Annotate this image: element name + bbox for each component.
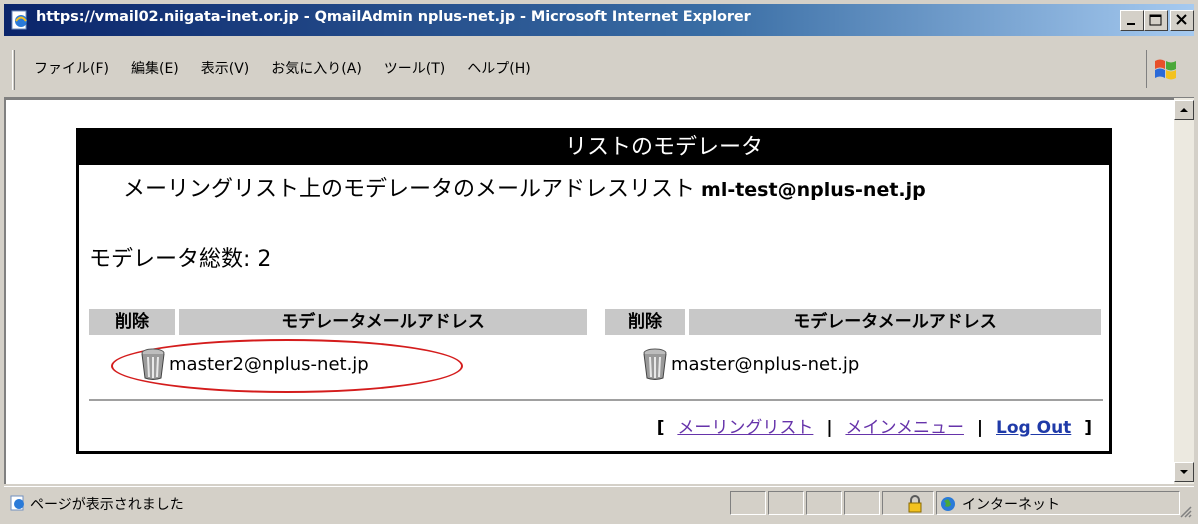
count-value: 2 [257,247,272,272]
lock-icon[interactable] [907,495,923,513]
scroll-down-button[interactable] [1174,462,1194,482]
trash-icon[interactable] [641,347,669,381]
panel-subtitle: メーリングリスト上のモデレータのメールアドレスリスト ml-test@nplus-… [123,171,926,203]
column-header-delete: 削除 [89,309,175,335]
page-viewport[interactable]: リストのモデレータ メーリングリスト上のモデレータのメールアドレスリスト ml-t… [4,98,1174,484]
minimize-button[interactable] [1120,10,1144,31]
windows-logo [1146,50,1184,88]
moderator-panel: リストのモデレータ メーリングリスト上のモデレータのメールアドレスリスト ml-t… [76,128,1112,454]
status-bar: ページが表示されました インターネット [4,486,1194,520]
close-button[interactable] [1170,10,1194,31]
arrow-up-icon [1180,108,1188,112]
scroll-up-button[interactable] [1174,100,1194,120]
vertical-scrollbar[interactable] [1174,98,1194,484]
status-text: ページが表示されました [30,497,184,513]
count-label: モデレータ総数: [89,247,258,272]
arrow-down-icon [1180,470,1188,474]
menu-favorites[interactable]: お気に入り(A) [267,58,366,78]
main-menu-link[interactable]: メインメニュー [845,418,964,438]
menu-help[interactable]: ヘルプ(H) [463,58,534,78]
window-title: https://vmail02.niigata-inet.or.jp - Qma… [36,9,751,25]
minimize-icon [1127,23,1135,25]
title-bar: https://vmail02.niigata-inet.or.jp - Qma… [4,4,1194,36]
status-pane [768,491,804,515]
security-zone-text: インターネット [962,497,1060,513]
toolbar-grip[interactable] [12,50,15,90]
subtitle-text: メーリングリスト上のモデレータのメールアドレスリスト [123,177,696,202]
maximize-button[interactable] [1144,10,1168,31]
moderator-count: モデレータ総数: 2 [89,241,271,273]
moderator-address: master2@nplus-net.jp [169,353,369,375]
windows-flag-icon [1154,59,1176,80]
separator: | [976,418,984,438]
column-header-address: モデレータメールアドレス [179,309,587,335]
status-pane [730,491,766,515]
menu-file[interactable]: ファイル(F) [30,58,113,78]
menu-tools[interactable]: ツール(T) [380,58,449,78]
trash-icon[interactable] [139,347,167,381]
menu-items: ファイル(F) 編集(E) 表示(V) お気に入り(A) ツール(T) ヘルプ(… [30,58,535,78]
mailing-list-address: ml-test@nplus-net.jp [701,179,926,201]
mailinglist-link[interactable]: メーリングリスト [677,418,813,438]
separator: | [826,418,833,438]
panel-header: リストのモデレータ [79,131,1109,165]
menu-view[interactable]: 表示(V) [197,58,254,78]
status-pane [806,491,842,515]
menu-bar: ファイル(F) 編集(E) 表示(V) お気に入り(A) ツール(T) ヘルプ(… [4,38,1194,98]
maximize-icon [1149,14,1162,26]
ie-page-icon [11,10,27,30]
moderator-address: master@nplus-net.jp [671,353,860,375]
column-header-address: モデレータメールアドレス [689,309,1101,335]
panel-divider [89,399,1103,401]
bracket-close: ] [1084,418,1092,438]
menu-edit[interactable]: 編集(E) [127,58,183,78]
resize-grip-icon[interactable] [1178,504,1192,518]
browser-window: https://vmail02.niigata-inet.or.jp - Qma… [0,0,1198,524]
page-loaded-icon [10,495,24,511]
bracket-open: [ [656,418,665,438]
moderator-entry: master@nplus-net.jp [641,346,859,382]
internet-zone-icon [941,497,955,511]
moderator-entry: master2@nplus-net.jp [139,346,369,382]
footer-nav: [ メーリングリスト | メインメニュー | Log Out ] [650,413,1099,438]
close-icon [1176,14,1187,25]
status-pane [844,491,880,515]
column-header-delete: 削除 [605,309,685,335]
logout-link[interactable]: Log Out [996,418,1071,438]
